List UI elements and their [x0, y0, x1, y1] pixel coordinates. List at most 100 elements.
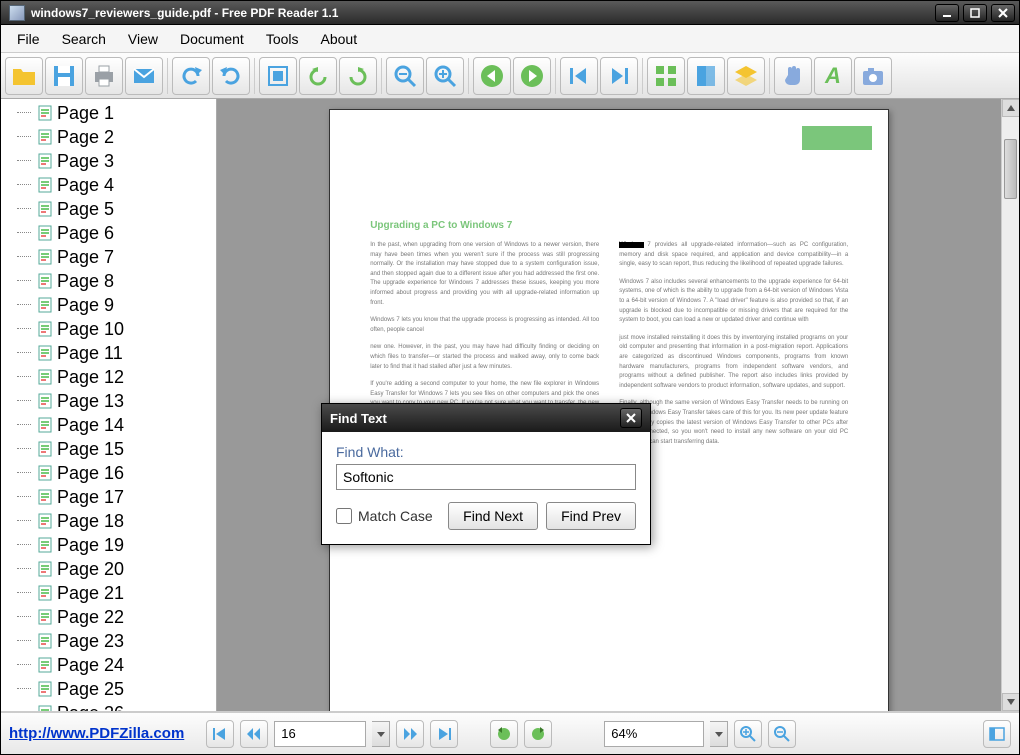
rotate-ccw-button[interactable] [490, 720, 518, 748]
first-button[interactable] [560, 57, 598, 95]
find-what-input[interactable] [336, 464, 636, 490]
toolbar-separator [769, 58, 770, 94]
page-item-label: Page 2 [57, 126, 114, 148]
rotate-left-button[interactable] [299, 57, 337, 95]
next-button[interactable] [513, 57, 551, 95]
email-button[interactable] [125, 57, 163, 95]
menu-search[interactable]: Search [52, 27, 116, 51]
scroll-down-arrow-icon[interactable] [1002, 693, 1019, 711]
page-list-item[interactable]: Page 4 [1, 173, 216, 197]
page-list-item[interactable]: Page 3 [1, 149, 216, 173]
redo-button[interactable] [212, 57, 250, 95]
page-list-item[interactable]: Page 20 [1, 557, 216, 581]
hand-button[interactable] [774, 57, 812, 95]
text-select-button[interactable]: A [814, 57, 852, 95]
dialog-close-button[interactable] [620, 408, 642, 428]
zoom-out-button[interactable] [768, 720, 796, 748]
undo-icon [178, 63, 204, 89]
page-list-item[interactable]: Page 9 [1, 293, 216, 317]
first-page-button[interactable] [206, 720, 234, 748]
open-button[interactable] [5, 57, 43, 95]
dialog-title-text: Find Text [330, 411, 387, 426]
bookmarks-button[interactable] [687, 57, 725, 95]
prev-button[interactable] [473, 57, 511, 95]
menu-tools[interactable]: Tools [256, 27, 309, 51]
rotate-right-button[interactable] [339, 57, 377, 95]
vendor-link[interactable]: http://www.PDFZilla.com [9, 725, 184, 742]
page-list-item[interactable]: Page 12 [1, 365, 216, 389]
page-item-label: Page 24 [57, 654, 124, 676]
page-list-item[interactable]: Page 8 [1, 269, 216, 293]
next-icon [519, 63, 545, 89]
zoom-dropdown-arrow-icon[interactable] [710, 721, 728, 747]
page-list-item[interactable]: Page 13 [1, 389, 216, 413]
match-case-checkbox[interactable]: Match Case [336, 508, 433, 524]
page-list-item[interactable]: Page 1 [1, 101, 216, 125]
page-list-item[interactable]: Page 21 [1, 581, 216, 605]
last-button[interactable] [600, 57, 638, 95]
zoom-input[interactable] [604, 721, 704, 747]
snapshot-button[interactable] [854, 57, 892, 95]
page-item-label: Page 26 [57, 702, 124, 711]
vertical-scrollbar[interactable] [1001, 99, 1019, 711]
last-page-button[interactable] [430, 720, 458, 748]
toggle-sidebar-button[interactable] [983, 720, 1011, 748]
menu-view[interactable]: View [118, 27, 168, 51]
page-sidebar[interactable]: Page 1Page 2Page 3Page 4Page 5Page 6Page… [1, 99, 217, 711]
page-list-item[interactable]: Page 11 [1, 341, 216, 365]
zoom-in-icon [432, 63, 458, 89]
page-list-item[interactable]: Page 16 [1, 461, 216, 485]
page-list-item[interactable]: Page 18 [1, 509, 216, 533]
zoom-out-button[interactable] [386, 57, 424, 95]
page-number-input[interactable] [274, 721, 366, 747]
page-item-label: Page 8 [57, 270, 114, 292]
undo-button[interactable] [172, 57, 210, 95]
zoom-in-button[interactable] [734, 720, 762, 748]
toolbar-separator [642, 58, 643, 94]
page-list-item[interactable]: Page 15 [1, 437, 216, 461]
page-dropdown-arrow-icon[interactable] [372, 721, 390, 747]
page-icon [37, 249, 53, 265]
layers-button[interactable] [727, 57, 765, 95]
fit-page-button[interactable] [259, 57, 297, 95]
minimize-button[interactable] [935, 4, 959, 22]
page-list-item[interactable]: Page 7 [1, 245, 216, 269]
page-list-item[interactable]: Page 24 [1, 653, 216, 677]
toolbar-separator [381, 58, 382, 94]
svg-text:A: A [824, 63, 841, 88]
thumbnails-button[interactable] [647, 57, 685, 95]
prev-page-button[interactable] [240, 720, 268, 748]
page-list-item[interactable]: Page 22 [1, 605, 216, 629]
page-list-item[interactable]: Page 14 [1, 413, 216, 437]
page-list-item[interactable]: Page 23 [1, 629, 216, 653]
page-icon [37, 489, 53, 505]
menu-file[interactable]: File [7, 27, 50, 51]
page-item-label: Page 21 [57, 582, 124, 604]
print-button[interactable] [85, 57, 123, 95]
find-next-button[interactable]: Find Next [448, 502, 538, 530]
page-list-item[interactable]: Page 17 [1, 485, 216, 509]
next-page-button[interactable] [396, 720, 424, 748]
close-button[interactable] [991, 4, 1015, 22]
zoom-in-button[interactable] [426, 57, 464, 95]
menu-about[interactable]: About [311, 27, 368, 51]
page-list-item[interactable]: Page 2 [1, 125, 216, 149]
page-list-item[interactable]: Page 10 [1, 317, 216, 341]
rotate-cw-button[interactable] [524, 720, 552, 748]
page-item-label: Page 9 [57, 294, 114, 316]
window-controls [935, 4, 1015, 22]
page-list-item[interactable]: Page 5 [1, 197, 216, 221]
scroll-up-arrow-icon[interactable] [1002, 99, 1019, 117]
maximize-button[interactable] [963, 4, 987, 22]
dialog-titlebar[interactable]: Find Text [322, 404, 650, 432]
save-icon [51, 63, 77, 89]
page-list-item[interactable]: Page 6 [1, 221, 216, 245]
page-list-item[interactable]: Page 25 [1, 677, 216, 701]
find-prev-button[interactable]: Find Prev [546, 502, 636, 530]
save-button[interactable] [45, 57, 83, 95]
scroll-thumb[interactable] [1004, 139, 1017, 199]
page-list-item[interactable]: Page 19 [1, 533, 216, 557]
match-case-checkbox-input[interactable] [336, 508, 352, 524]
page-list-item[interactable]: Page 26 [1, 701, 216, 711]
menu-document[interactable]: Document [170, 27, 254, 51]
